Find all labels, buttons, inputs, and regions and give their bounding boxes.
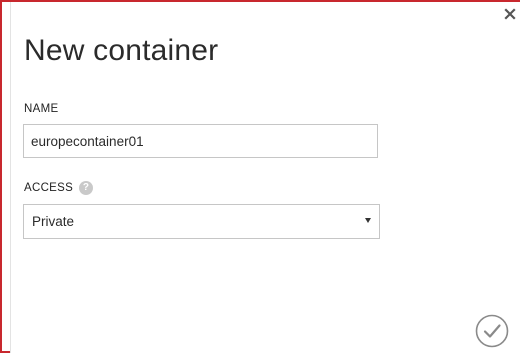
name-label: NAME — [24, 102, 58, 116]
dialog-title: New container — [24, 34, 219, 67]
access-label: ACCESS ? — [24, 181, 94, 195]
access-label-text: ACCESS — [24, 182, 74, 194]
dialog-panel: New container NAME ACCESS ? Private — [10, 2, 520, 353]
container-name-input[interactable] — [23, 124, 378, 158]
new-container-dialog: New container NAME ACCESS ? Private — [0, 0, 520, 353]
access-selected-value: Private — [32, 214, 75, 229]
question-mark-icon[interactable]: ? — [79, 181, 94, 195]
access-select[interactable]: Private — [23, 204, 380, 239]
close-icon[interactable] — [504, 8, 516, 20]
dropdown-arrow-icon — [365, 218, 371, 223]
name-label-text: NAME — [24, 103, 59, 115]
checkmark-icon[interactable] — [475, 314, 509, 348]
